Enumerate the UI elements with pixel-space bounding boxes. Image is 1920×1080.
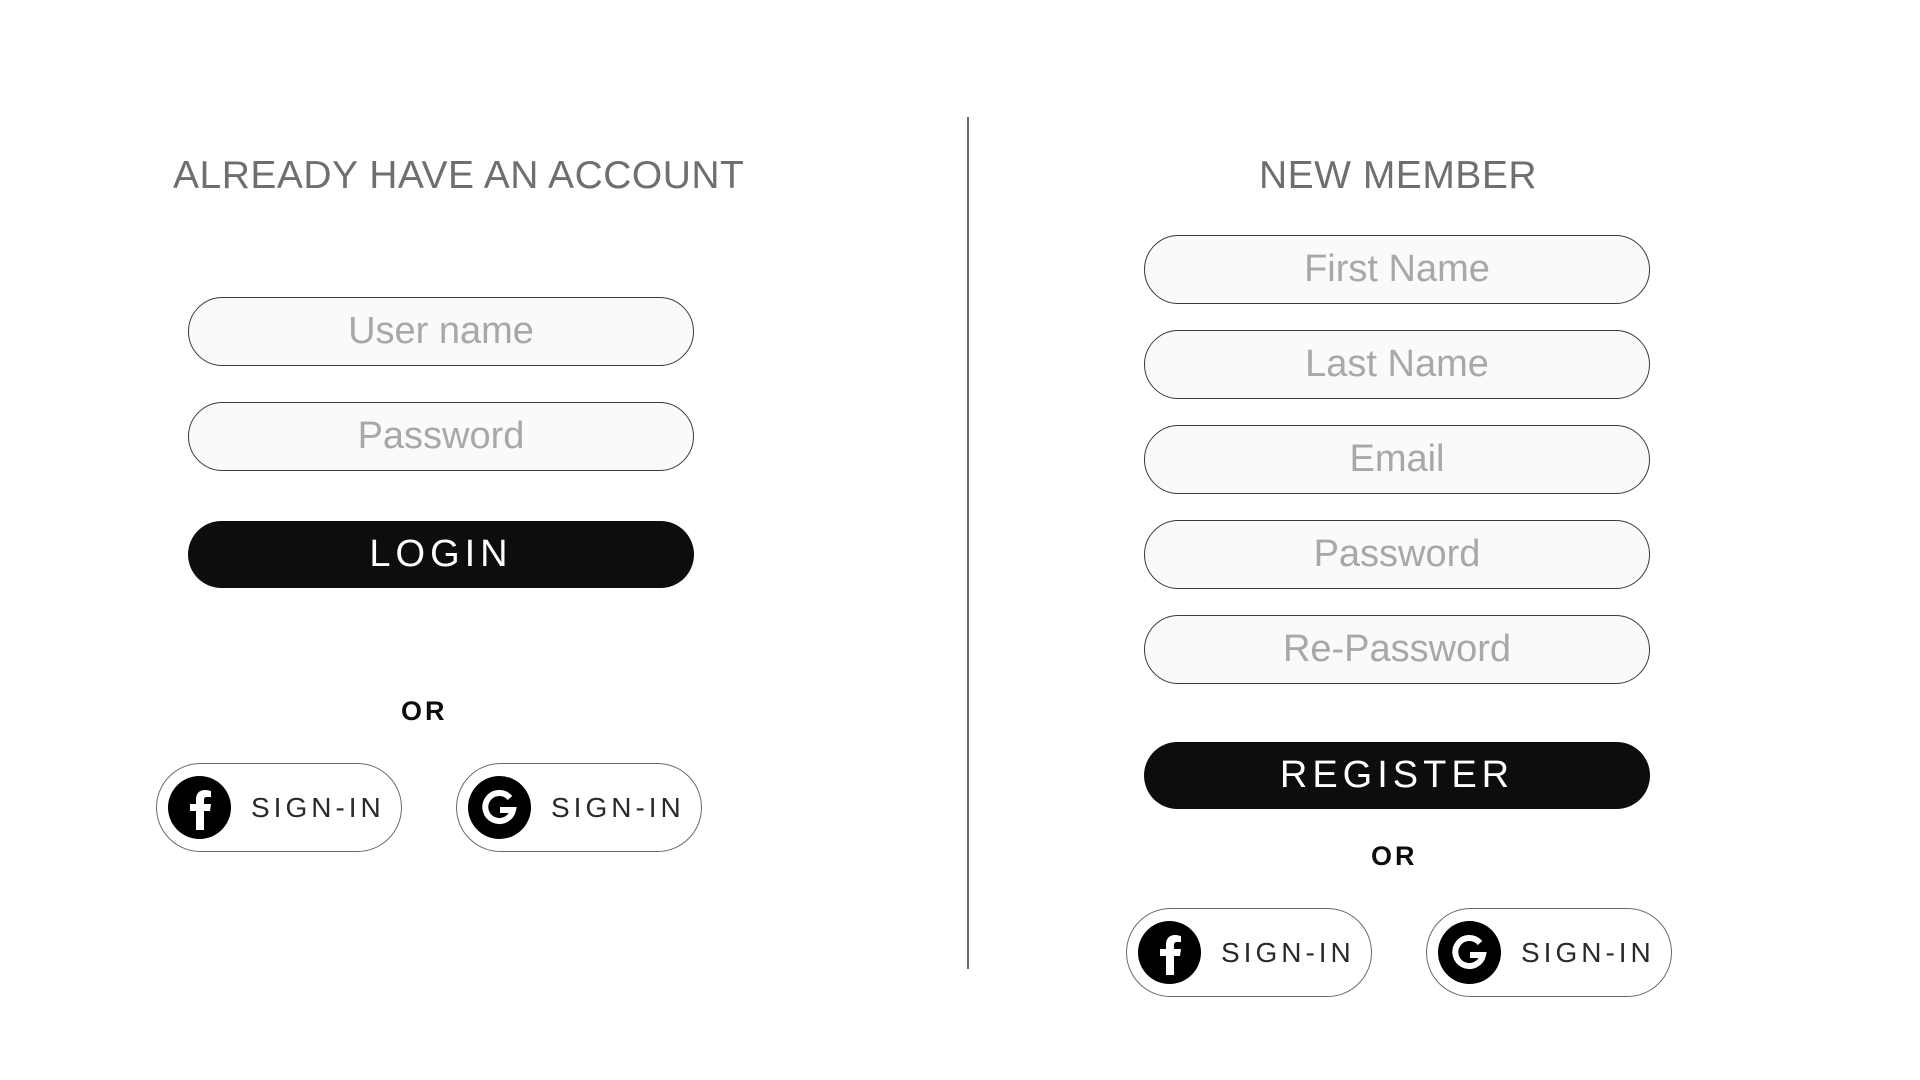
facebook-icon	[1138, 921, 1201, 984]
facebook-signin-button[interactable]: SIGN-IN	[156, 763, 402, 852]
repassword-input[interactable]	[1168, 627, 1626, 672]
last-name-field	[1144, 330, 1650, 399]
register-google-signin-label: SIGN-IN	[1521, 936, 1655, 968]
email-input[interactable]	[1168, 437, 1626, 482]
last-name-input[interactable]	[1168, 342, 1626, 387]
register-password-input[interactable]	[1168, 532, 1626, 577]
email-field	[1144, 425, 1650, 494]
password-field	[188, 402, 694, 471]
login-panel: ALREADY HAVE AN ACCOUNT LOGIN OR SIGN-IN	[0, 0, 968, 1080]
register-password-field	[1144, 520, 1650, 589]
username-field	[188, 297, 694, 366]
register-google-signin-button[interactable]: SIGN-IN	[1426, 908, 1672, 997]
password-input[interactable]	[212, 414, 670, 459]
facebook-signin-label: SIGN-IN	[251, 791, 385, 823]
username-input[interactable]	[212, 309, 670, 354]
section-divider	[967, 117, 969, 969]
facebook-icon	[168, 776, 231, 839]
login-button[interactable]: LOGIN	[188, 521, 694, 588]
auth-page: ALREADY HAVE AN ACCOUNT LOGIN OR SIGN-IN	[0, 0, 1920, 1080]
register-heading: NEW MEMBER	[1259, 154, 1537, 197]
register-or-separator: OR	[1371, 841, 1418, 871]
first-name-field	[1144, 235, 1650, 304]
register-panel: NEW MEMBER REGISTER OR SIGN-IN	[970, 0, 1920, 1080]
or-separator: OR	[401, 696, 448, 726]
register-facebook-signin-button[interactable]: SIGN-IN	[1126, 908, 1372, 997]
google-signin-button[interactable]: SIGN-IN	[456, 763, 702, 852]
google-signin-label: SIGN-IN	[551, 791, 685, 823]
google-icon	[468, 776, 531, 839]
first-name-input[interactable]	[1168, 247, 1626, 292]
register-facebook-signin-label: SIGN-IN	[1221, 936, 1355, 968]
register-button[interactable]: REGISTER	[1144, 742, 1650, 809]
repassword-field	[1144, 615, 1650, 684]
google-icon	[1438, 921, 1501, 984]
login-heading: ALREADY HAVE AN ACCOUNT	[173, 154, 745, 197]
